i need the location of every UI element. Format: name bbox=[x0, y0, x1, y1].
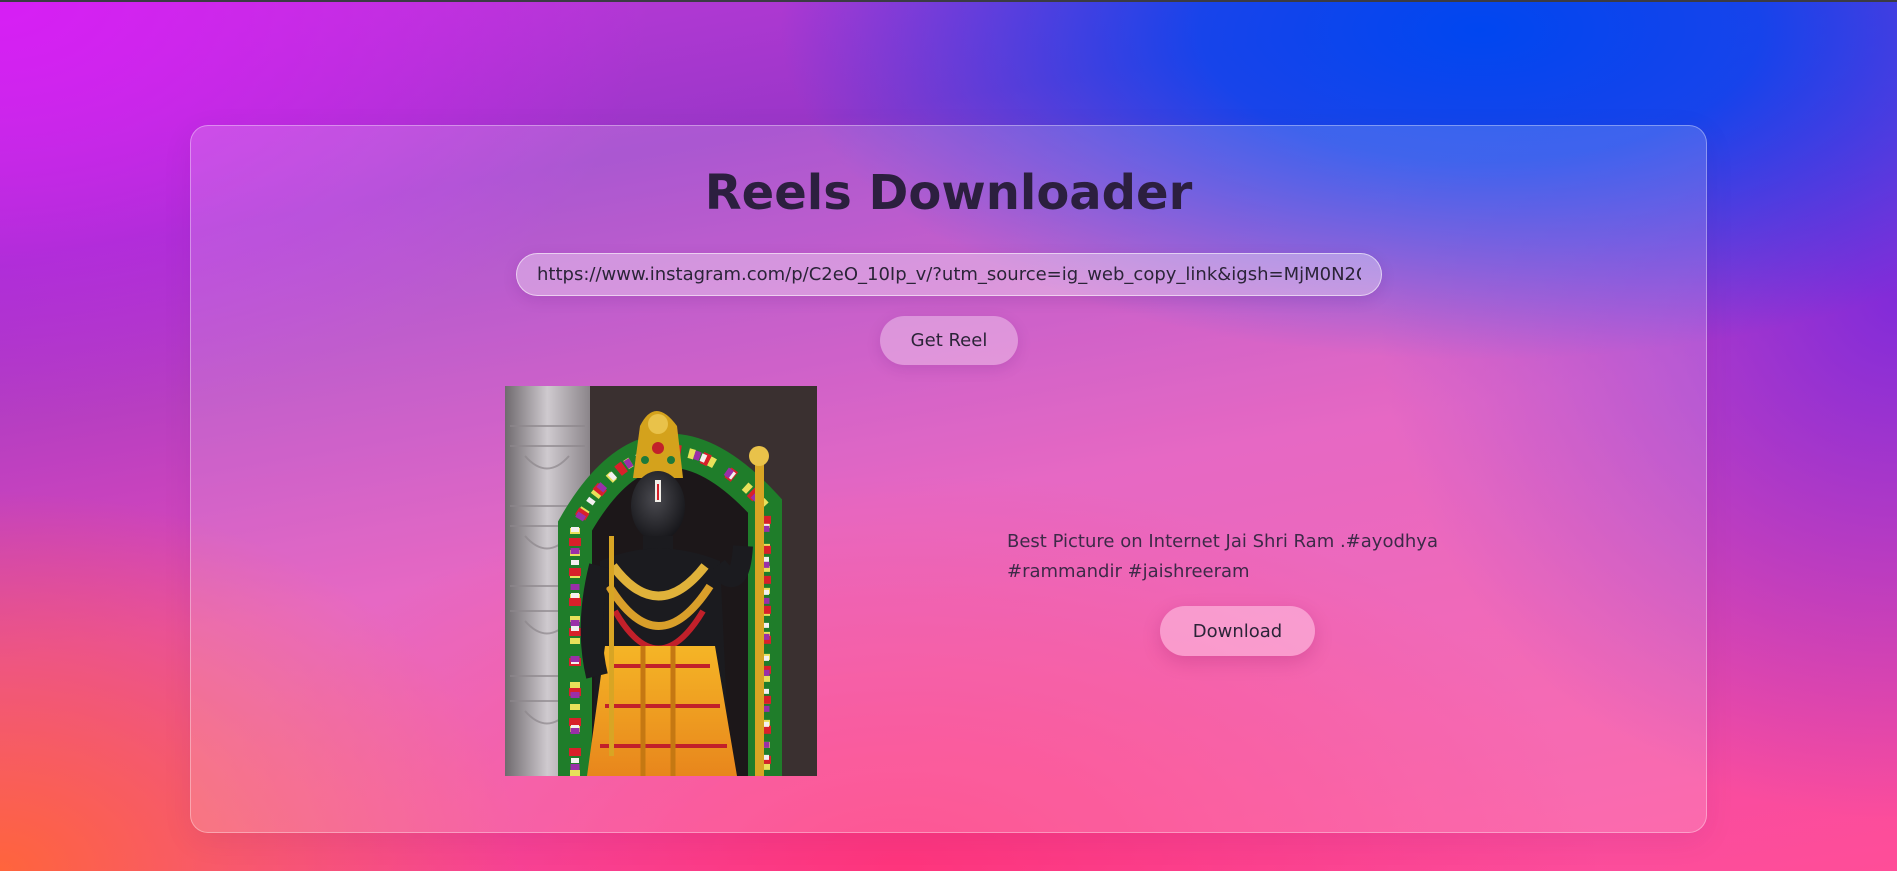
reel-thumbnail-image bbox=[505, 386, 817, 776]
url-input[interactable] bbox=[516, 253, 1382, 296]
reel-caption: Best Picture on Internet Jai Shri Ram .#… bbox=[1007, 531, 1438, 582]
window-top-border bbox=[0, 0, 1897, 2]
downloader-card bbox=[190, 125, 1707, 833]
get-reel-button[interactable]: Get Reel bbox=[880, 316, 1018, 365]
page-title: Reels Downloader bbox=[704, 165, 1193, 221]
download-button[interactable]: Download bbox=[1160, 606, 1315, 656]
